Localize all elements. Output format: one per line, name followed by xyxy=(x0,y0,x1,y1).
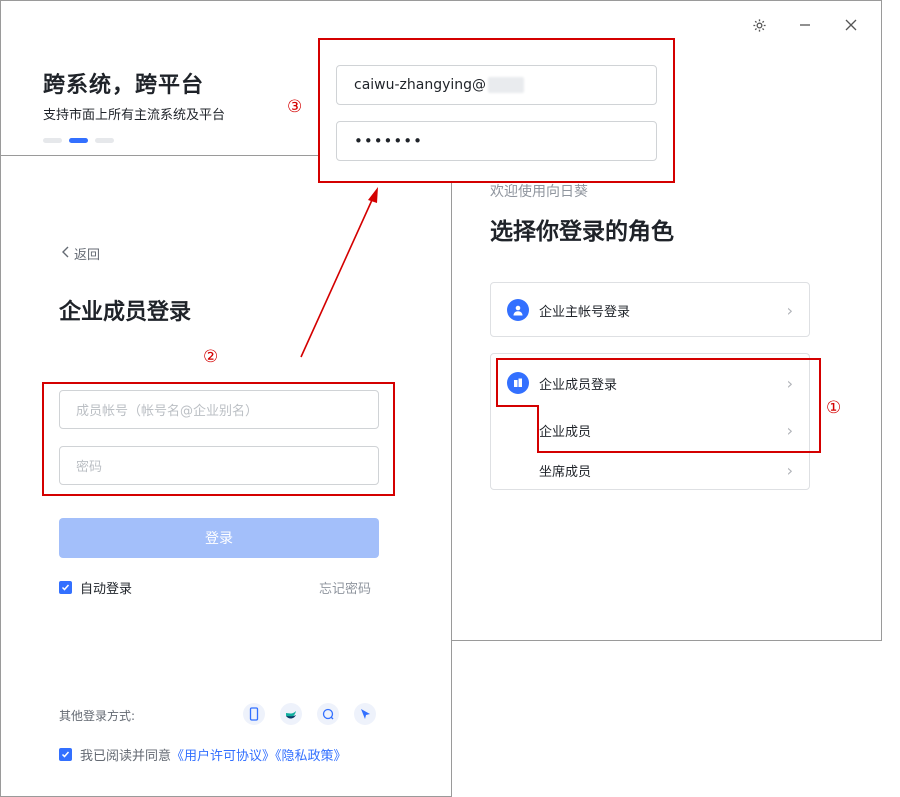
chevron-right-icon: › xyxy=(786,373,793,393)
username-field[interactable]: caiwu-zhangying@ xyxy=(336,65,657,105)
seat-member-label: 坐席成员 xyxy=(539,464,592,480)
login-title: 企业成员登录 xyxy=(59,300,192,325)
chat-login-icon[interactable] xyxy=(317,703,339,725)
redacted-domain xyxy=(488,77,525,93)
other-login-methods xyxy=(243,703,376,725)
auto-login-label: 自动登录 xyxy=(80,582,133,597)
auto-login-row: 自动登录 xyxy=(59,578,132,597)
chevron-right-icon: › xyxy=(786,420,793,440)
app-login-icon[interactable] xyxy=(280,703,302,725)
carousel-dot-active[interactable] xyxy=(69,138,88,143)
password-field[interactable]: ••••••• xyxy=(336,121,657,161)
back-link[interactable]: 返回 xyxy=(61,244,100,263)
member-label: 企业成员 xyxy=(539,424,592,440)
annotation-box-login-fields xyxy=(42,382,395,496)
chevron-right-icon: › xyxy=(786,300,793,320)
seat-member-option[interactable]: 坐席成员 › xyxy=(491,455,809,485)
window-controls xyxy=(749,15,861,35)
welcome-text: 欢迎使用向日葵 xyxy=(490,184,588,200)
back-label: 返回 xyxy=(74,248,101,263)
chevron-left-icon xyxy=(61,246,70,262)
chevron-right-icon: › xyxy=(786,460,793,480)
owner-login-label: 企业主帐号登录 xyxy=(539,304,631,320)
phone-login-icon[interactable] xyxy=(243,703,265,725)
owner-login-card[interactable]: 企业主帐号登录 › xyxy=(490,282,810,337)
forgot-password-link[interactable]: 忘记密码 xyxy=(319,578,371,597)
login-button[interactable]: 登录 xyxy=(59,518,379,558)
member-login-option[interactable]: 企业成员登录 › xyxy=(491,368,809,398)
member-option[interactable]: 企业成员 › xyxy=(491,415,809,445)
agreement-text: 我已阅读并同意《用户许可协议》《隐私政策》 xyxy=(80,749,347,764)
slogan-subtitle: 支持市面上所有主流系统及平台 xyxy=(43,108,226,123)
carousel-dot[interactable] xyxy=(95,138,114,143)
annotation-step-2: ② xyxy=(203,347,219,367)
license-link[interactable]: 《用户许可协议》 xyxy=(171,749,275,764)
member-login-label: 企业成员登录 xyxy=(539,377,618,393)
agreement-row: 我已阅读并同意《用户许可协议》《隐私政策》 xyxy=(59,745,347,764)
other-methods-label: 其他登录方式: xyxy=(59,709,136,723)
carousel-dot[interactable] xyxy=(43,138,62,143)
carousel-indicator xyxy=(43,138,114,143)
agreement-checkbox[interactable] xyxy=(59,748,72,761)
credential-popup: caiwu-zhangying@ ••••••• xyxy=(318,38,675,183)
owner-login-option[interactable]: 企业主帐号登录 › xyxy=(491,295,809,325)
gear-icon[interactable] xyxy=(749,15,769,35)
close-icon[interactable] xyxy=(841,15,861,35)
user-icon xyxy=(507,299,529,321)
minimize-icon[interactable] xyxy=(795,15,815,35)
slogan-title: 跨系统，跨平台 xyxy=(43,73,205,98)
annotation-step-3: ③ xyxy=(287,97,303,117)
role-title: 选择你登录的角色 xyxy=(490,219,674,245)
member-login-card: 企业成员登录 › 企业成员 › 坐席成员 › xyxy=(490,353,810,490)
auto-login-checkbox[interactable] xyxy=(59,581,72,594)
annotation-step-1: ① xyxy=(826,398,842,418)
privacy-link[interactable]: 《隐私政策》 xyxy=(275,749,347,764)
username-value: caiwu-zhangying@ xyxy=(354,77,487,93)
building-icon xyxy=(507,372,529,394)
feishu-login-icon[interactable] xyxy=(354,703,376,725)
